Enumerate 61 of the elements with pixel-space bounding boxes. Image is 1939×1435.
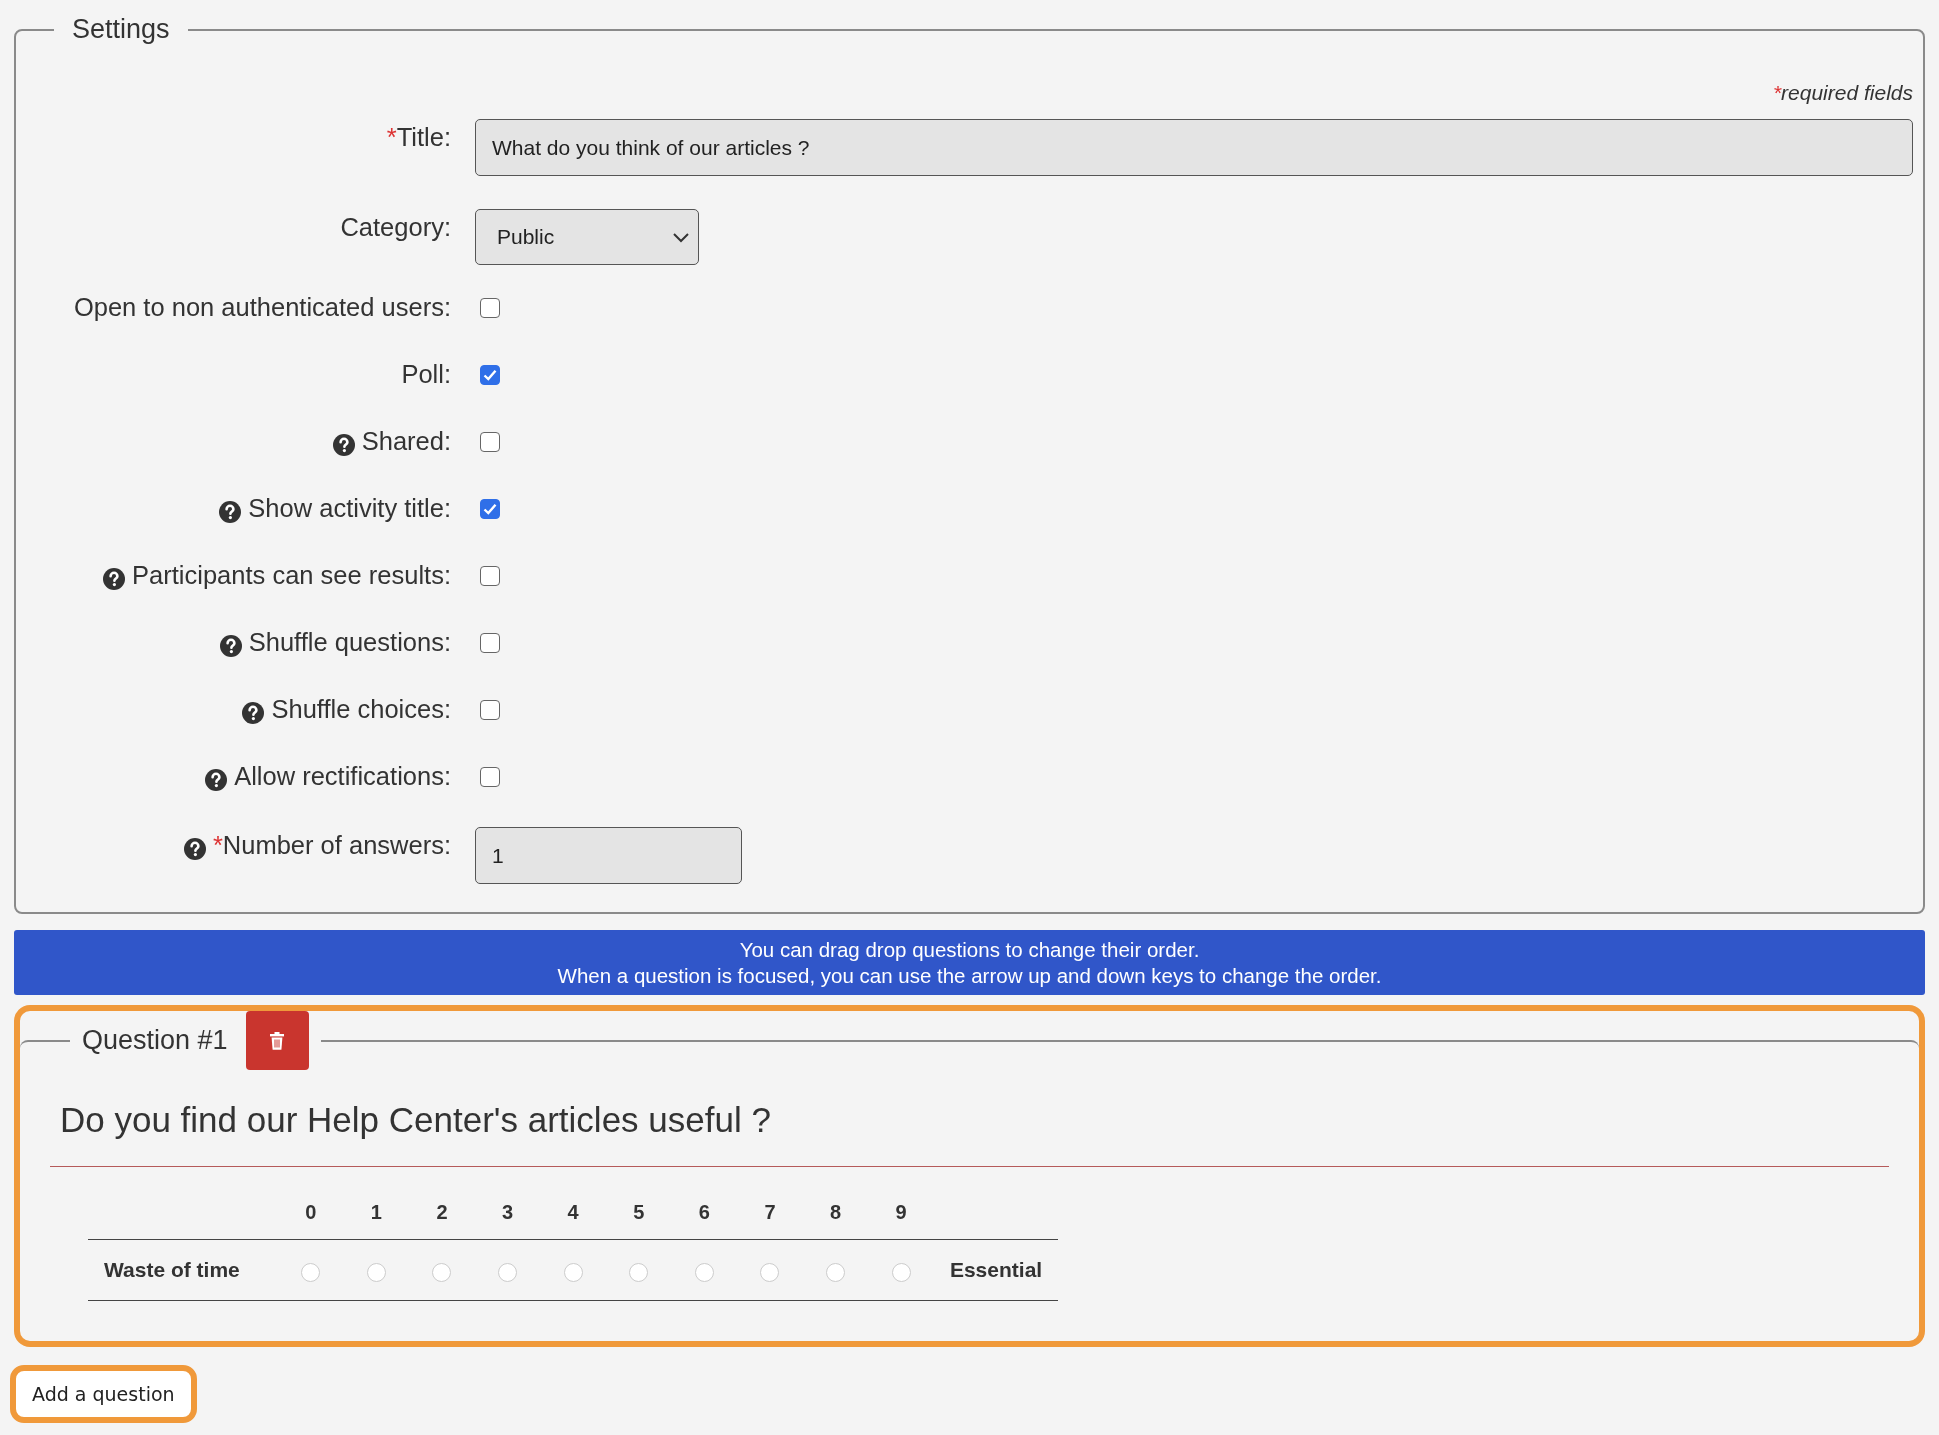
scale-high-label: Essential	[948, 1257, 1044, 1282]
checkbox[interactable]	[480, 499, 500, 519]
help-icon[interactable]	[241, 701, 266, 725]
checkbox[interactable]	[480, 298, 500, 318]
field-label: Show activity title:	[248, 494, 451, 523]
scale-low-label: Waste of time	[103, 1257, 241, 1282]
settings-legend: Settings	[54, 14, 188, 45]
checkbox[interactable]	[480, 700, 500, 720]
question-text: Do you find our Help Center's articles useful ?	[50, 1076, 1889, 1167]
radio-button[interactable]	[760, 1263, 780, 1282]
title-input[interactable]: What do you think of our articles ?	[475, 119, 1913, 176]
radio-button[interactable]	[629, 1263, 649, 1282]
radio-button[interactable]	[826, 1263, 846, 1282]
field-label: Poll:	[401, 360, 451, 389]
field-label: *Number of answers:	[212, 831, 451, 860]
scale-number: 0	[304, 1201, 318, 1225]
field-label: Shared:	[361, 427, 451, 456]
field-label: Open to non authenticated users:	[73, 293, 451, 322]
scale-number: 6	[697, 1201, 711, 1225]
info-banner: You can drag drop questions to change their order. When a question is focused, you can use the arrow up and down keys to change the order.	[14, 930, 1925, 995]
scale-number: 3	[501, 1201, 515, 1225]
scale-number: 5	[632, 1201, 646, 1225]
help-icon[interactable]	[218, 500, 243, 524]
chevron-down-icon	[672, 231, 690, 243]
field-label: Category:	[340, 213, 451, 242]
trash-icon	[269, 1031, 286, 1050]
required-fields-note: *required fields	[1771, 81, 1913, 105]
radio-button[interactable]	[366, 1263, 386, 1282]
field-label: Shuffle questions:	[248, 628, 451, 657]
number-input[interactable]: 1	[475, 827, 742, 884]
help-icon[interactable]	[218, 634, 243, 658]
radio-button[interactable]	[301, 1263, 321, 1282]
radio-button[interactable]	[891, 1263, 911, 1282]
field-label: Allow rectifications:	[234, 762, 451, 791]
scale-number: 7	[763, 1201, 777, 1225]
help-icon[interactable]	[331, 433, 356, 457]
category-select[interactable]: Public	[475, 209, 699, 265]
radio-button[interactable]	[694, 1263, 714, 1282]
question-card[interactable]: Question #1 Do you find our Help Center's articles useful ? 0 1 2 3 4 5 6 7 8 9 Waste of time Essential	[14, 1005, 1925, 1347]
scale-number: 4	[566, 1201, 580, 1225]
checkbox[interactable]	[480, 566, 500, 586]
scale-number: 1	[369, 1201, 383, 1225]
field-label: Shuffle choices:	[271, 695, 451, 724]
checkbox[interactable]	[480, 365, 500, 385]
radio-button[interactable]	[498, 1263, 518, 1282]
radio-button[interactable]	[432, 1263, 452, 1282]
field-label: *Title:	[386, 123, 451, 152]
add-question-button[interactable]: Add a question	[10, 1364, 197, 1423]
scale-number: 9	[894, 1201, 908, 1225]
help-icon[interactable]	[204, 768, 229, 792]
checkbox[interactable]	[480, 633, 500, 653]
checkbox[interactable]	[480, 767, 500, 787]
checkbox[interactable]	[480, 432, 500, 452]
help-icon[interactable]	[182, 837, 207, 861]
scale-number: 2	[435, 1201, 449, 1225]
delete-button[interactable]	[245, 1011, 309, 1070]
radio-button[interactable]	[563, 1263, 583, 1282]
field-label: Participants can see results:	[132, 561, 451, 590]
help-icon[interactable]	[102, 567, 127, 591]
question-legend: Question #1	[82, 1025, 228, 1056]
scale-number: 8	[829, 1201, 843, 1225]
